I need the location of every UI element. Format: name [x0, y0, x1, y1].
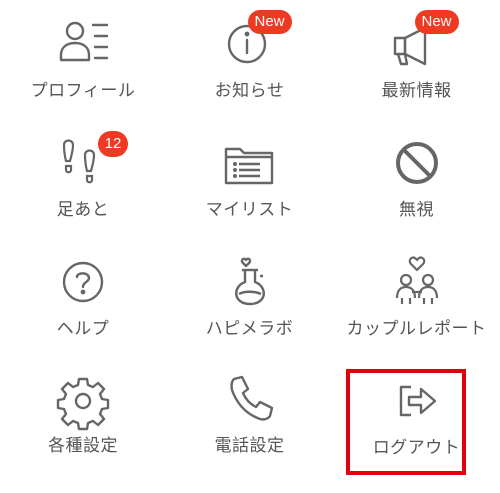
menu-item-mylist[interactable]: マイリスト: [166, 119, 333, 238]
menu-item-label: 各種設定: [48, 436, 118, 456]
menu-grid: プロフィール New お知らせ New 最新情報 12 足あと マイリスト 無視…: [0, 0, 500, 493]
gear-icon: [53, 371, 113, 431]
menu-item-label: ハピメラボ: [205, 319, 294, 339]
menu-item-label: マイリスト: [205, 200, 294, 220]
footprints-icon: 12: [53, 131, 128, 191]
menu-item-footprints[interactable]: 12 足あと: [0, 119, 166, 238]
folder-list-icon: [220, 135, 280, 191]
new-badge: New: [414, 10, 459, 34]
menu-item-label: プロフィール: [30, 81, 136, 101]
menu-item-happy-lab[interactable]: ハピメラボ: [166, 238, 333, 357]
menu-item-label: カップルレポート: [346, 319, 487, 339]
logout-icon: [387, 373, 447, 429]
new-badge: New: [247, 10, 292, 34]
menu-item-help[interactable]: ヘルプ: [0, 238, 166, 357]
megaphone-icon: New: [387, 10, 459, 72]
menu-item-settings[interactable]: 各種設定: [0, 357, 166, 493]
menu-item-news[interactable]: New お知らせ: [166, 0, 333, 119]
prohibited-icon: [387, 135, 447, 191]
info-icon: New: [220, 10, 292, 72]
menu-item-label: ヘルプ: [56, 319, 110, 339]
flask-heart-icon: [220, 254, 280, 310]
menu-item-label: お知らせ: [214, 81, 285, 101]
menu-item-label: ログアウト: [372, 438, 461, 458]
menu-item-latest-info[interactable]: New 最新情報: [333, 0, 500, 119]
help-icon: [53, 254, 113, 310]
phone-icon: [220, 371, 280, 427]
menu-item-ignore[interactable]: 無視: [333, 119, 500, 238]
menu-item-phone-settings[interactable]: 電話設定: [166, 357, 333, 493]
menu-item-label: 無視: [399, 200, 434, 220]
count-badge: 12: [98, 131, 128, 157]
menu-item-profile[interactable]: プロフィール: [0, 0, 166, 119]
couple-heart-icon: [387, 254, 447, 310]
menu-item-label: 最新情報: [381, 81, 452, 101]
menu-item-label: 足あと: [56, 200, 110, 220]
profile-card-icon: [53, 16, 113, 72]
menu-item-couple-report[interactable]: カップルレポート: [333, 238, 500, 357]
menu-item-logout[interactable]: ログアウト: [333, 357, 500, 493]
menu-item-label: 電話設定: [214, 436, 285, 456]
